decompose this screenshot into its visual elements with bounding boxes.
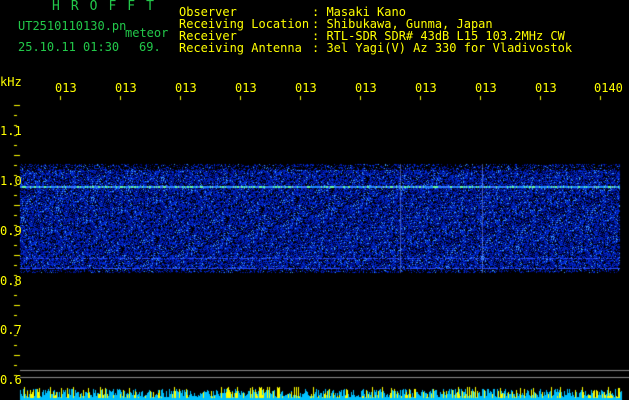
- time-tick-label: 013: [235, 81, 257, 95]
- count-label: 69.: [139, 40, 161, 54]
- time-tick-label: 013: [55, 81, 77, 95]
- freq-tick-label: 1.1: [0, 124, 22, 138]
- time-tick-label: 013: [175, 81, 197, 95]
- freq-unit-label: kHz: [0, 75, 22, 89]
- time-tick-label: 013: [475, 81, 497, 95]
- freq-tick-label: 0.6: [0, 373, 22, 387]
- app-brand: HROFFT: [52, 0, 165, 14]
- time-tick-label: 0140: [594, 81, 623, 95]
- spectrogram: [0, 0, 629, 400]
- time-tick-label: 013: [415, 81, 437, 95]
- mode-label: meteor: [125, 26, 169, 40]
- freq-tick-label: 0.7: [0, 323, 22, 337]
- freq-tick-label: 1.0: [0, 174, 22, 188]
- antenna-label: Receiving Antenna: [179, 41, 302, 55]
- time-tick-label: 013: [295, 81, 317, 95]
- freq-tick-label: 0.9: [0, 224, 22, 238]
- freq-tick-label: 0.8: [0, 274, 22, 288]
- antenna-value: : 3el Yagi(V) Az 330 for Vladivostok: [312, 41, 573, 55]
- datetime-label: 25.10.11 01:30: [18, 40, 120, 54]
- time-tick-label: 013: [115, 81, 137, 95]
- time-tick-label: 013: [535, 81, 557, 95]
- time-tick-label: 013: [355, 81, 377, 95]
- filename-label: UT2510110130.pn: [18, 19, 127, 33]
